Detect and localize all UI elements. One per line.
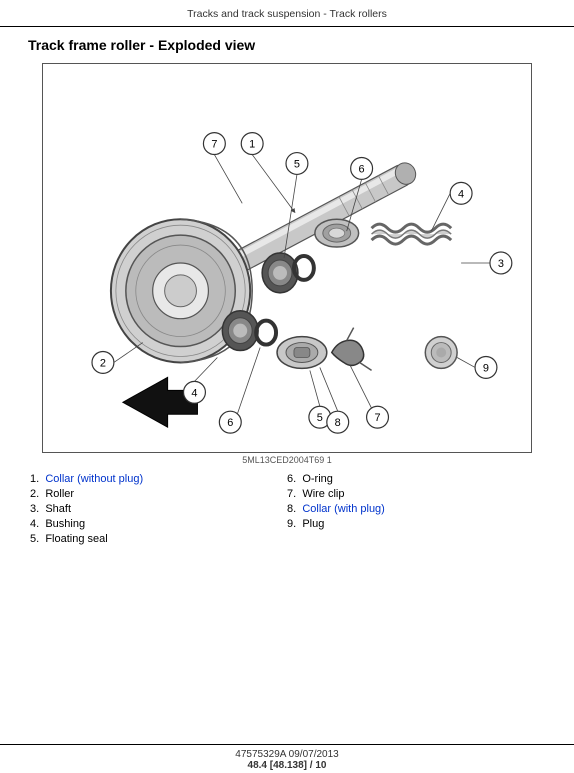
part-num: 9. [287,518,296,530]
parts-col-left: 1. Collar (without plug) 2. Roller 3. Sh… [30,473,287,548]
parts-list: 1. Collar (without plug) 2. Roller 3. Sh… [28,473,546,548]
section-title: Track frame roller - Exploded view [28,37,546,53]
exploded-view-svg: 1 7 5 6 4 3 [43,64,531,452]
part-label: Plug [302,518,324,530]
part-num: 7. [287,488,296,500]
list-item: 9. Plug [287,518,544,530]
part-num: 3. [30,503,39,515]
footer-part-number: 47575329A 09/07/2013 [0,749,574,760]
list-item: 7. Wire clip [287,488,544,500]
svg-text:4: 4 [191,387,197,399]
part-label: Floating seal [45,533,107,545]
parts-col-right: 6. O-ring 7. Wire clip 8. Collar (with p… [287,473,544,548]
footer-page-number: 48.4 [48.138] / 10 [0,760,574,771]
svg-text:7: 7 [211,139,217,151]
part-label: Collar (without plug) [45,473,143,485]
svg-text:5: 5 [294,158,300,170]
list-item: 2. Roller [30,488,287,500]
list-item: 8. Collar (with plug) [287,503,544,515]
list-item: 4. Bushing [30,518,287,530]
list-item: 6. O-ring [287,473,544,485]
svg-text:5: 5 [317,412,323,424]
part-label: Roller [45,488,74,500]
part-num: 5. [30,533,39,545]
svg-text:3: 3 [498,258,504,270]
list-item: 5. Floating seal [30,533,287,545]
list-item: 3. Shaft [30,503,287,515]
part-label: Wire clip [302,488,344,500]
part-num: 8. [287,503,296,515]
svg-text:1: 1 [249,139,255,151]
part-label: Shaft [45,503,71,515]
svg-text:2: 2 [100,357,106,369]
diagram-container: 1 7 5 6 4 3 [42,63,532,453]
svg-text:6: 6 [227,417,233,429]
svg-text:6: 6 [359,163,365,175]
list-item: 1. Collar (without plug) [30,473,287,485]
svg-text:9: 9 [483,362,489,374]
part-num: 4. [30,518,39,530]
part-num: 1. [30,473,39,485]
page-header: Tracks and track suspension - Track roll… [0,0,574,27]
page-footer: 47575329A 09/07/2013 48.4 [48.138] / 10 [0,744,574,773]
part-num: 6. [287,473,296,485]
svg-text:8: 8 [335,417,341,429]
main-content: Track frame roller - Exploded view [0,27,574,558]
svg-text:7: 7 [374,412,380,424]
part-label: O-ring [302,473,333,485]
part-label: Bushing [45,518,85,530]
diagram-caption: 5ML13CED2004T69 1 [28,455,546,465]
svg-text:4: 4 [458,188,464,200]
page-container: Tracks and track suspension - Track roll… [0,0,574,773]
header-title: Tracks and track suspension - Track roll… [187,8,387,20]
part-label: Collar (with plug) [302,503,385,515]
part-num: 2. [30,488,39,500]
